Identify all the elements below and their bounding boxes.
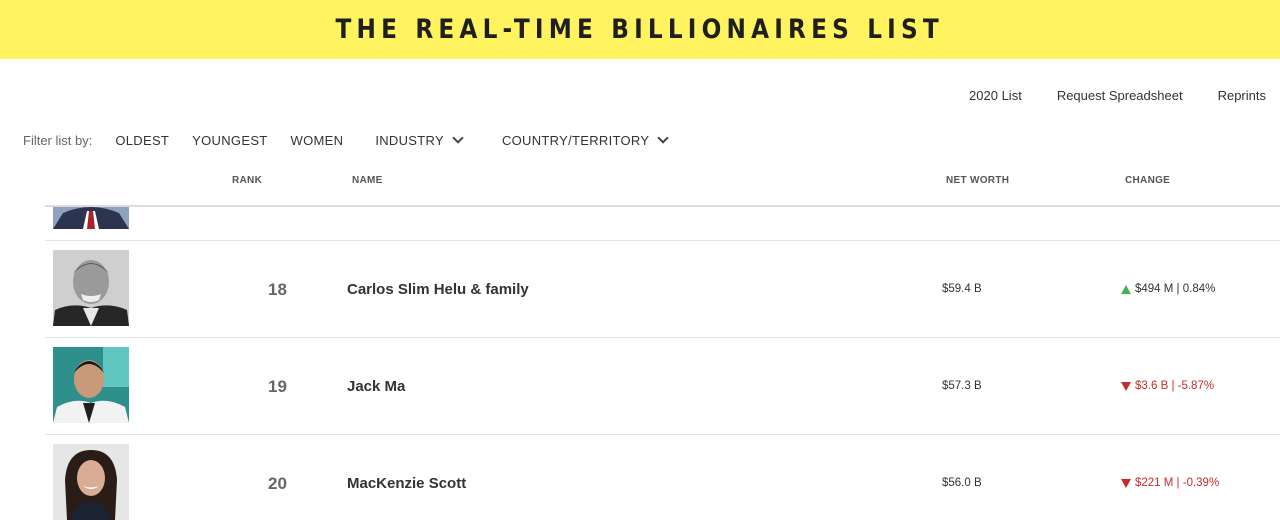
filter-youngest[interactable]: YOUNGEST [192,133,267,148]
filter-industry-dropdown[interactable]: INDUSTRY [375,132,464,148]
rank-value: 18 [268,280,287,299]
row-divider [45,337,1280,338]
person-name[interactable]: Carlos Slim Helu & family [347,281,529,298]
banner: THE REAL-TIME BILLIONAIRES LIST [0,0,1280,59]
column-header-rank[interactable]: RANK [232,175,262,186]
filter-industry-label: INDUSTRY [375,133,444,148]
person-name[interactable]: MacKenzie Scott [347,475,466,492]
rank-value: 20 [268,474,287,493]
link-2020-list[interactable]: 2020 List [969,88,1022,103]
person-name[interactable]: Jack Ma [347,378,405,395]
filter-country-dropdown[interactable]: COUNTRY/TERRITORY [501,132,670,148]
net-worth-value: $57.3 B [942,380,982,392]
column-header-change[interactable]: CHANGE [1125,175,1170,186]
triangle-up-icon [1121,284,1131,294]
avatar-carlos-slim [53,250,129,326]
filter-oldest[interactable]: OLDEST [115,133,169,148]
chevron-down-icon [452,132,464,144]
net-worth-value: $56.0 B [942,477,982,489]
column-header-name[interactable]: NAME [352,175,383,186]
row-divider [45,434,1280,435]
change-text: $494 M | 0.84% [1135,283,1216,295]
change-text: $3.6 B | -5.87% [1135,380,1215,392]
chevron-down-icon [657,132,670,144]
top-links: 2020 List Request Spreadsheet Reprints [969,88,1266,103]
change-value: $494 M | 0.84% [1121,283,1215,295]
change-value: $221 M | -0.39% [1121,477,1219,489]
net-worth-value: $59.4 B [942,283,982,295]
header-divider [45,205,1280,207]
triangle-down-icon [1121,478,1131,488]
filter-women[interactable]: WOMEN [291,133,344,148]
change-text: $221 M | -0.39% [1135,477,1220,489]
filter-bar: Filter list by: OLDEST YOUNGEST WOMEN IN… [23,132,707,148]
avatar-partial [53,207,129,229]
page-title: THE REAL-TIME BILLIONAIRES LIST [335,14,945,45]
avatar-jack-ma [53,347,129,423]
filter-country-label: COUNTRY/TERRITORY [501,133,650,148]
row-divider [45,240,1280,241]
link-request-spreadsheet[interactable]: Request Spreadsheet [1057,88,1183,103]
column-header-net-worth[interactable]: NET WORTH [946,175,1009,186]
change-value: $3.6 B | -5.87% [1121,380,1214,392]
triangle-down-icon [1121,381,1131,391]
avatar-mackenzie-scott [53,444,129,520]
rank-value: 19 [268,377,287,396]
link-reprints[interactable]: Reprints [1218,88,1266,103]
filter-label: Filter list by: [23,133,93,148]
